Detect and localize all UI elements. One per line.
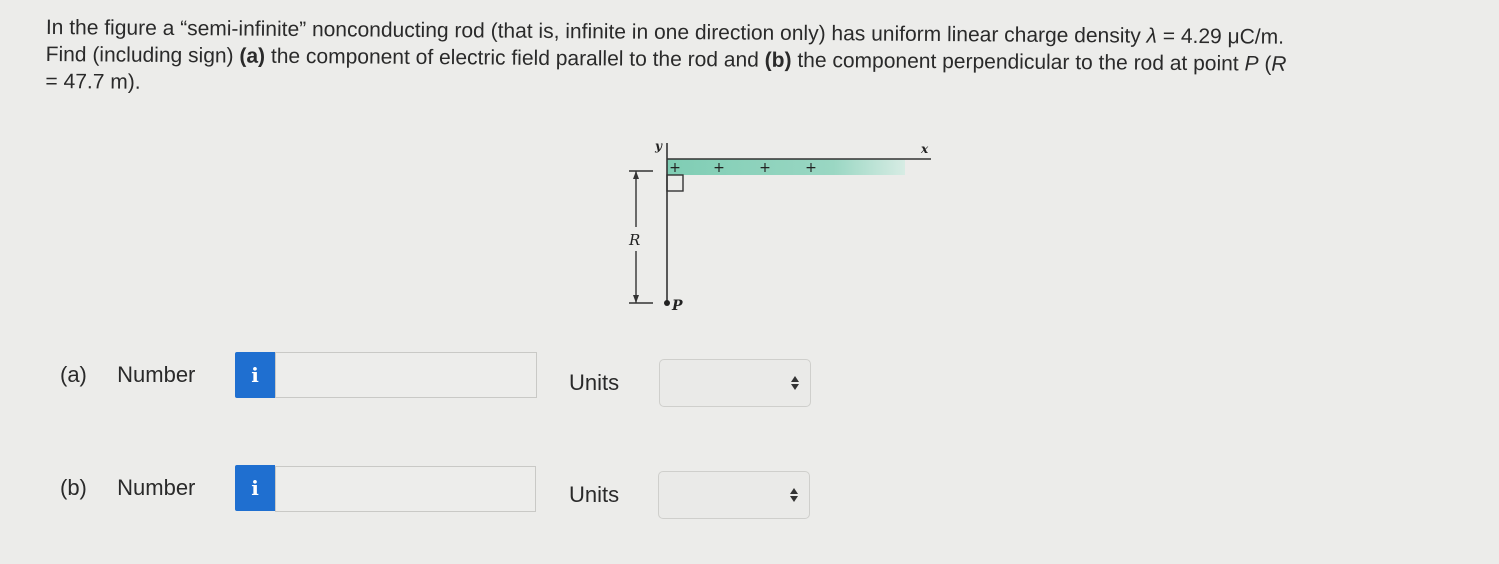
answer-b-units-label: Units (569, 482, 620, 507)
question-line2-start: Find (including sign) (45, 42, 240, 68)
charge-plus-2: + (713, 160, 725, 176)
x-axis-label: x (920, 142, 929, 156)
info-icon: i (251, 363, 259, 387)
question-line2-rest: the component perpendicular to the rod a… (791, 48, 1245, 76)
answer-row-a-label: (a) Number (60, 362, 195, 388)
answer-a-units-label: Units (569, 370, 620, 395)
rod-figure: + + + + y x R P (628, 139, 931, 314)
y-axis-label: y (654, 139, 663, 153)
charge-plus-3: + (759, 160, 771, 176)
answer-a-tag: (a) (60, 362, 87, 387)
r-label: R (628, 231, 640, 249)
question-line2-paren: ( (1258, 52, 1272, 76)
answer-a-number-input[interactable] (275, 352, 537, 398)
question-line3: = 47.7 m). (45, 69, 141, 94)
question-line1-end: = 4.29 μC/m. (1156, 24, 1285, 49)
charge-plus-1: + (669, 160, 681, 176)
point-p-label: P (671, 298, 683, 314)
answer-a-units-select[interactable] (659, 359, 811, 407)
part-b-tag: (b) (764, 48, 792, 72)
answer-b-units-select[interactable] (658, 471, 810, 519)
charge-plus-4: + (805, 160, 817, 176)
select-arrows-icon (790, 488, 798, 502)
answer-b-number-input[interactable] (275, 466, 536, 512)
answer-a-info-button[interactable]: i (235, 352, 275, 398)
answer-row-b-label: (b) Number (60, 475, 195, 501)
question-line1-start: In the figure a “semi-infinite” noncondu… (45, 15, 1147, 48)
answer-a-number-label: Number (117, 362, 196, 387)
right-angle-marker (666, 174, 684, 192)
charged-rod (667, 159, 905, 175)
r-arrow-up (633, 171, 639, 179)
r-arrow-down (633, 295, 639, 303)
info-icon: i (251, 476, 259, 500)
r-symbol: R (1271, 52, 1287, 76)
answer-b-number-label: Number (117, 475, 196, 500)
part-a-tag: (a) (239, 44, 266, 68)
point-p-dot (664, 300, 670, 306)
point-symbol: P (1244, 52, 1259, 76)
question-text: In the figure a “semi-infinite” noncondu… (45, 14, 1476, 106)
question-line2-mid: the component of electric field parallel… (265, 44, 765, 72)
lambda-symbol: λ (1146, 24, 1158, 48)
answer-b-info-button[interactable]: i (235, 465, 275, 511)
answer-b-tag: (b) (60, 475, 87, 500)
select-arrows-icon (791, 376, 799, 390)
